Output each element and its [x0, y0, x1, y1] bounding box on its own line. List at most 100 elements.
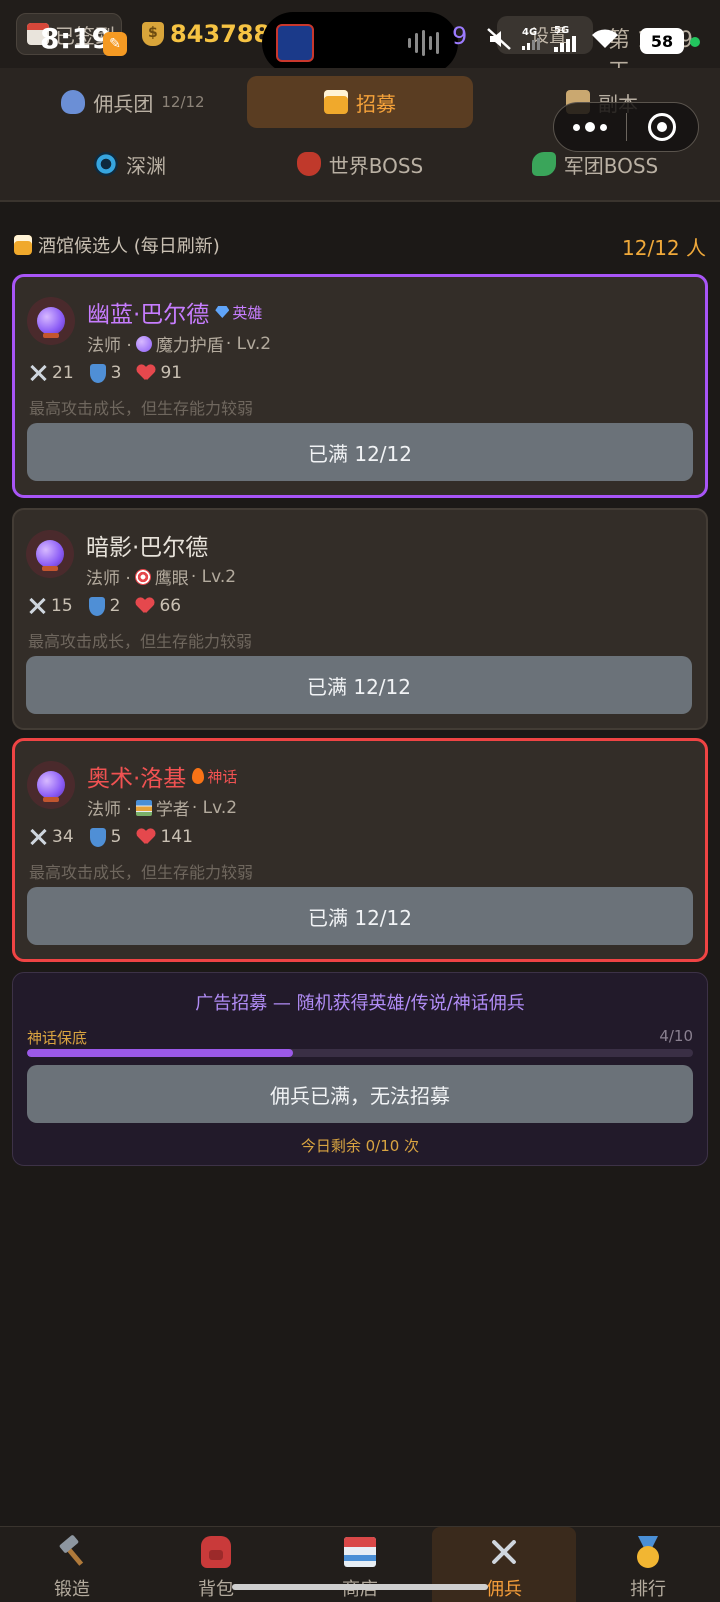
abyss-swirl-icon: [94, 152, 118, 176]
beer-icon: [324, 90, 348, 114]
name-row: 幽蓝·巴尔德 英雄: [87, 295, 262, 329]
name-row: 奥术·洛基 神话: [87, 759, 237, 793]
stat-hp: 141: [160, 827, 193, 847]
class-row: 法师 · 学者 · Lv.2: [87, 795, 238, 821]
nav-forge[interactable]: 锻造: [0, 1527, 144, 1602]
app-badge-icon: ✎: [103, 32, 127, 56]
crystal-ball-icon: [37, 307, 65, 338]
stat-defense: 5: [110, 827, 122, 847]
stats-row: 21 3 91: [29, 363, 182, 383]
wifi-icon: [592, 29, 618, 48]
miniprogram-capsule: [553, 102, 699, 152]
tab-count: 12/12: [161, 93, 205, 111]
hero-name: 奥术·洛基: [87, 766, 187, 792]
nav-label: 背包: [198, 1579, 234, 1600]
shield-icon: [89, 363, 106, 383]
heart-icon: [137, 365, 155, 381]
name-row: 暗影·巴尔德: [86, 528, 208, 562]
close-miniprogram-button[interactable]: [627, 102, 699, 152]
hero-class: 法师 ·: [87, 336, 132, 356]
nav-backpack[interactable]: 背包: [144, 1527, 288, 1602]
hero-description: 最高攻击成长，但生存能力较弱: [29, 399, 254, 418]
nav-label: 锻造: [54, 1579, 90, 1600]
audio-wave-icon: [408, 30, 439, 56]
shield-icon: [89, 827, 106, 847]
section-title: 酒馆候选人 (每日刷新): [14, 232, 220, 258]
tab-recruit[interactable]: 招募: [247, 76, 473, 128]
game-thumbnail-icon: [276, 24, 314, 62]
hero-description: 最高攻击成长，但生存能力较弱: [28, 632, 253, 651]
hero-class: 法师 ·: [87, 800, 132, 820]
avatar: [27, 297, 75, 345]
pity-count: 4/10: [659, 1027, 693, 1045]
more-options-button[interactable]: [554, 102, 626, 152]
nav-mercenary[interactable]: 佣兵: [432, 1527, 576, 1602]
books-icon: [135, 799, 152, 816]
nav-label: 佣兵: [486, 1579, 522, 1600]
tab-abyss[interactable]: 深渊: [60, 138, 200, 190]
money-bag-icon: [142, 22, 164, 46]
ad-recruit-button[interactable]: 佣兵已满，无法招募: [27, 1065, 693, 1123]
sword-icon: [29, 364, 47, 382]
hero-level: · Lv.2: [225, 333, 272, 354]
stat-hp: 66: [159, 596, 182, 616]
rarity-label: 英雄: [232, 303, 263, 322]
ad-recruit-title: 广告招募 — 随机获得英雄/传说/神话佣兵: [195, 993, 525, 1014]
nav-ranking[interactable]: 排行: [576, 1527, 720, 1602]
oni-mask-icon: [296, 152, 321, 176]
crystal-ball-icon: [135, 335, 152, 352]
candidate-card: 幽蓝·巴尔德 英雄 法师 · 魔力护盾 · Lv.2 21 3 91 最高攻击成…: [12, 274, 708, 498]
pity-progress-bar: [27, 1049, 693, 1057]
privacy-dot-icon: [690, 37, 700, 47]
stat-attack: 34: [52, 827, 74, 847]
island-digit: 9: [452, 22, 468, 50]
bullseye-icon: [134, 568, 151, 585]
target-close-icon: [648, 113, 677, 141]
stat-defense: 3: [110, 363, 122, 383]
pity-label: 神话保底: [27, 1029, 88, 1047]
avatar: [27, 761, 75, 809]
tab-mercenary[interactable]: 佣兵团 12/12: [38, 76, 228, 128]
stat-attack: 21: [52, 363, 74, 383]
dragon-icon: [531, 152, 556, 176]
crystal-ball-icon: [36, 540, 64, 571]
network-4g-label: 4G: [522, 27, 538, 38]
sword-icon: [29, 828, 47, 846]
hero-class: 法师 ·: [86, 569, 131, 589]
recruit-button[interactable]: 已满 12/12: [27, 887, 693, 945]
status-time: 8:19: [40, 22, 112, 55]
ad-remaining-count: 今日剩余 0/10 次: [300, 1137, 420, 1155]
medal-icon: [634, 1536, 662, 1568]
stat-defense: 2: [109, 596, 121, 616]
system-status-icons: 4G 5G: [486, 26, 620, 52]
tab-label: 军团BOSS: [563, 153, 659, 178]
fire-icon: [192, 768, 205, 784]
tab-world-boss[interactable]: 世界BOSS: [280, 138, 440, 190]
signal-5g-icon: [554, 36, 576, 52]
section-count: 12/12 人: [622, 236, 706, 260]
hero-skill: 学者: [155, 800, 190, 820]
backpack-icon: [201, 1536, 231, 1568]
hero-level: · Lv.2: [191, 797, 238, 818]
tab-label: 招募: [356, 91, 396, 116]
bottom-nav: 锻造 背包 商店 佣兵 排行: [0, 1526, 720, 1602]
recruit-button[interactable]: 已满 12/12: [26, 656, 692, 714]
rarity-badge: 神话: [192, 766, 237, 787]
battery-indicator: 58: [640, 28, 684, 54]
hammer-icon: [57, 1537, 87, 1567]
heart-icon: [136, 598, 154, 614]
avatar: [26, 530, 74, 578]
tab-label: 深渊: [126, 153, 166, 178]
crystal-ball-icon: [37, 771, 65, 802]
nav-store[interactable]: 商店: [288, 1527, 432, 1602]
nav-label: 排行: [630, 1579, 666, 1600]
tab-label: 世界BOSS: [328, 153, 424, 178]
recruit-button[interactable]: 已满 12/12: [27, 423, 693, 481]
sword-icon: [28, 597, 46, 615]
crossed-swords-icon: [488, 1536, 520, 1568]
tab-label: 佣兵团: [93, 91, 154, 116]
stat-hp: 91: [160, 363, 183, 383]
ad-recruit-panel: 广告招募 — 随机获得英雄/传说/神话佣兵 神话保底 4/10 佣兵已满，无法招…: [12, 972, 708, 1166]
hero-level: · Lv.2: [190, 566, 237, 587]
hero-description: 最高攻击成长，但生存能力较弱: [29, 863, 254, 882]
